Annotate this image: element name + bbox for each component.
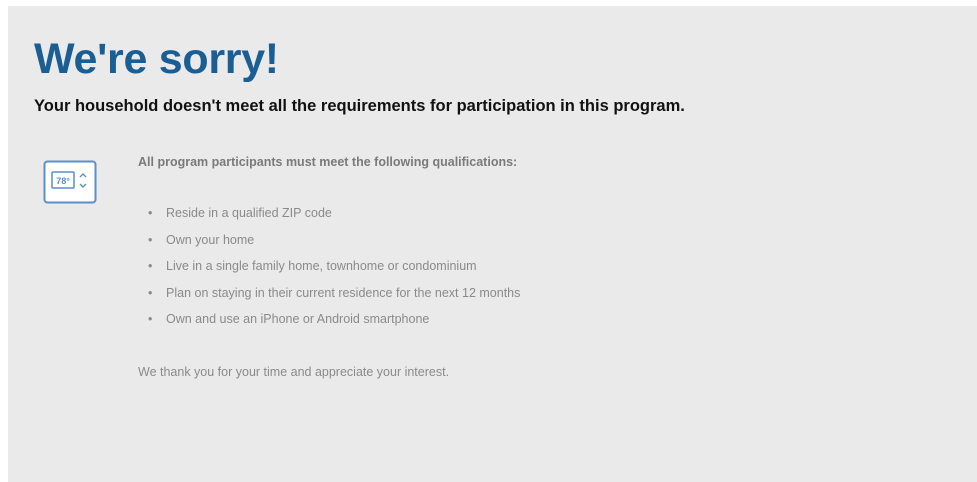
- bullet-icon: •: [148, 206, 153, 220]
- bullet-icon: •: [148, 259, 153, 273]
- requirements-intro: All program participants must meet the f…: [138, 155, 518, 169]
- requirement-text: Live in a single family home, townhome o…: [166, 259, 477, 273]
- page-subtitle: Your household doesn't meet all the requ…: [34, 97, 685, 115]
- requirement-item: • Own your home: [148, 230, 520, 257]
- message-panel: We're sorry! Your household doesn't meet…: [8, 6, 977, 482]
- closing-message: We thank you for your time and appreciat…: [138, 365, 450, 379]
- thermostat-icon: 78°: [43, 160, 97, 204]
- requirement-item: • Reside in a qualified ZIP code: [148, 203, 520, 230]
- requirement-text: Own and use an iPhone or Android smartph…: [166, 312, 430, 326]
- requirement-text: Own your home: [166, 232, 255, 247]
- bullet-icon: •: [148, 232, 153, 247]
- requirement-item: • Own and use an iPhone or Android smartp…: [148, 309, 520, 336]
- thermostat-display: 78°: [56, 176, 70, 186]
- requirements-list: • Reside in a qualified ZIP code • Own you…: [148, 203, 520, 336]
- requirement-text: Reside in a qualified ZIP code: [166, 206, 332, 220]
- requirement-item: • Plan on staying in their current reside…: [148, 283, 520, 310]
- bullet-icon: •: [148, 312, 153, 326]
- bullet-icon: •: [148, 285, 153, 300]
- page-title: We're sorry!: [34, 35, 279, 83]
- requirement-item: • Live in a single family home, townhome …: [148, 256, 520, 283]
- requirement-text: Plan on staying in their current residen…: [166, 285, 521, 300]
